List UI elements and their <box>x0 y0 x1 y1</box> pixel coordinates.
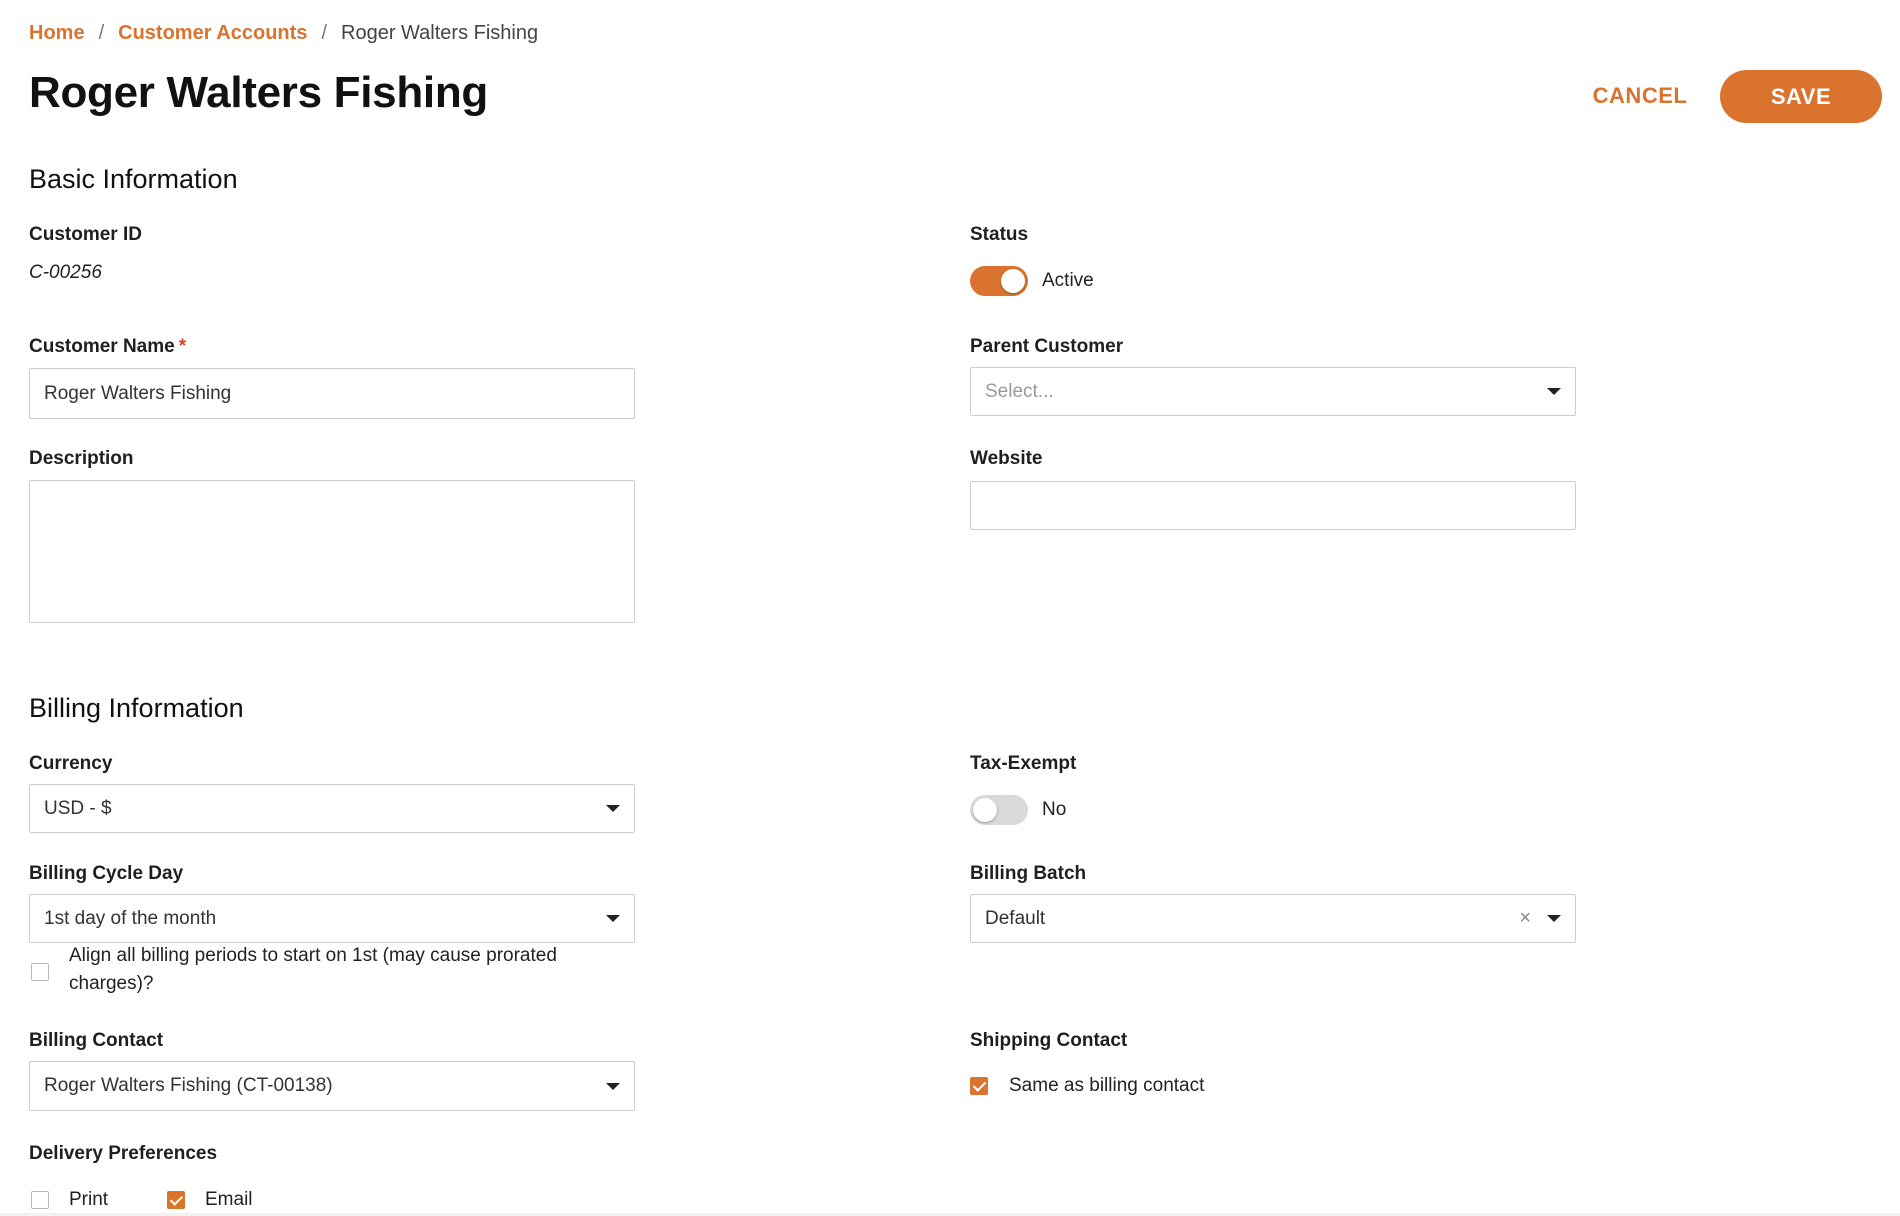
billing-contact-select[interactable]: Roger Walters Fishing (CT-00138) <box>29 1061 635 1111</box>
chevron-down-icon <box>606 915 620 922</box>
page: Home / Customer Accounts / Roger Walters… <box>0 0 1900 1216</box>
clear-icon[interactable]: × <box>1519 907 1531 930</box>
description-label: Description <box>29 448 134 469</box>
breadcrumb: Home / Customer Accounts / Roger Walters… <box>29 22 538 45</box>
shipping-contact-label: Shipping Contact <box>970 1030 1128 1051</box>
breadcrumb-customer-accounts-link[interactable]: Customer Accounts <box>118 22 307 45</box>
parent-customer-placeholder: Select... <box>985 380 1054 402</box>
breadcrumb-home-link[interactable]: Home <box>29 22 85 45</box>
billing-batch-select[interactable]: Default × <box>970 894 1576 943</box>
chevron-down-icon <box>1547 915 1561 922</box>
email-label: Email <box>205 1189 253 1210</box>
currency-value: USD - $ <box>44 797 112 819</box>
currency-select[interactable]: USD - $ <box>29 784 635 833</box>
page-title: Roger Walters Fishing <box>29 68 489 117</box>
status-value-label: Active <box>1042 270 1094 291</box>
chevron-down-icon <box>606 1082 620 1090</box>
toggle-knob <box>973 798 997 822</box>
same-as-billing-label: Same as billing contact <box>1009 1075 1205 1096</box>
website-input[interactable] <box>970 481 1576 530</box>
breadcrumb-separator: / <box>321 22 327 44</box>
required-indicator: * <box>178 336 187 357</box>
billing-cycle-day-select[interactable]: 1st day of the month <box>29 894 635 943</box>
customer-name-input[interactable] <box>29 368 635 419</box>
tax-exempt-label: Tax-Exempt <box>970 753 1077 774</box>
customer-name-label: Customer Name * <box>29 336 186 358</box>
website-label: Website <box>970 448 1043 469</box>
chevron-down-icon <box>606 805 620 812</box>
status-toggle[interactable] <box>970 266 1028 296</box>
basic-information-heading: Basic Information <box>29 164 238 194</box>
tax-exempt-value-label: No <box>1042 799 1067 820</box>
billing-batch-label: Billing Batch <box>970 863 1087 884</box>
billing-contact-label: Billing Contact <box>29 1030 164 1051</box>
description-textarea[interactable] <box>29 480 635 623</box>
customer-name-label-text: Customer Name <box>29 336 175 357</box>
cancel-button[interactable]: CANCEL <box>1565 74 1715 118</box>
customer-id-label: Customer ID <box>29 224 142 245</box>
currency-label: Currency <box>29 753 113 774</box>
delivery-preferences-label: Delivery Preferences <box>29 1143 218 1164</box>
billing-cycle-day-label: Billing Cycle Day <box>29 863 184 884</box>
email-checkbox[interactable] <box>167 1191 185 1209</box>
same-as-billing-checkbox[interactable] <box>970 1077 988 1095</box>
billing-contact-value: Roger Walters Fishing (CT-00138) <box>44 1075 333 1096</box>
billing-batch-value: Default <box>985 907 1046 929</box>
breadcrumb-current: Roger Walters Fishing <box>341 22 539 44</box>
billing-information-heading: Billing Information <box>29 693 244 723</box>
parent-customer-select[interactable]: Select... <box>970 367 1576 416</box>
align-billing-periods-checkbox[interactable] <box>31 963 49 981</box>
save-button[interactable]: SAVE <box>1720 70 1882 123</box>
toggle-knob <box>1001 269 1025 293</box>
billing-cycle-day-value: 1st day of the month <box>44 907 217 929</box>
customer-id-value: C-00256 <box>29 262 102 283</box>
print-label: Print <box>69 1189 109 1210</box>
tax-exempt-toggle[interactable] <box>970 795 1028 825</box>
parent-customer-label: Parent Customer <box>970 336 1124 357</box>
print-checkbox[interactable] <box>31 1191 49 1209</box>
breadcrumb-separator: / <box>98 22 105 44</box>
status-label: Status <box>970 224 1029 245</box>
align-billing-periods-label: Align all billing periods to start on 1s… <box>69 945 557 994</box>
chevron-down-icon <box>1547 388 1561 395</box>
